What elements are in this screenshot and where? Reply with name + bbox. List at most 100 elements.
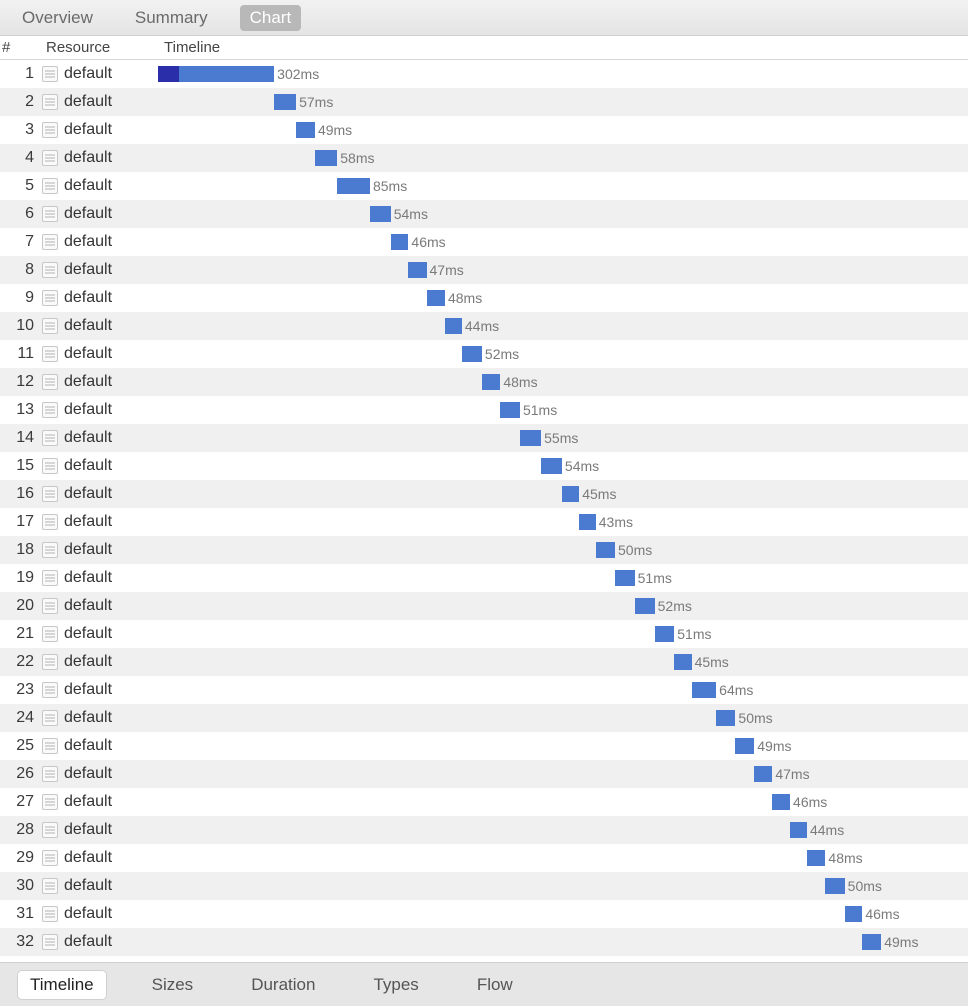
duration-bar[interactable]	[735, 738, 754, 754]
table-row[interactable]: 2default57ms	[0, 88, 968, 116]
subtab-sizes[interactable]: Sizes	[140, 971, 206, 999]
document-icon	[42, 542, 58, 558]
timeline-cell: 46ms	[158, 905, 968, 923]
duration-bar[interactable]	[635, 598, 655, 614]
table-row[interactable]: 5default85ms	[0, 172, 968, 200]
duration-label: 52ms	[655, 597, 692, 615]
duration-bar[interactable]	[862, 934, 881, 950]
duration-bar[interactable]	[500, 402, 520, 418]
duration-bar[interactable]	[427, 290, 445, 306]
duration-bar[interactable]	[825, 878, 844, 894]
duration-bar[interactable]	[445, 318, 462, 334]
duration-label: 51ms	[520, 401, 557, 419]
duration-bar[interactable]	[391, 234, 409, 250]
table-row[interactable]: 7default46ms	[0, 228, 968, 256]
timeline-cell: 46ms	[158, 233, 968, 251]
duration-bar[interactable]	[370, 206, 391, 222]
subtab-timeline[interactable]: Timeline	[18, 971, 106, 999]
row-number: 1	[0, 65, 42, 83]
table-row[interactable]: 1default302ms	[0, 60, 968, 88]
tab-overview[interactable]: Overview	[12, 5, 103, 31]
timeline-cell: 54ms	[158, 457, 968, 475]
subtab-duration[interactable]: Duration	[239, 971, 327, 999]
table-row[interactable]: 12default48ms	[0, 368, 968, 396]
tab-summary[interactable]: Summary	[125, 5, 218, 31]
table-row[interactable]: 26default47ms	[0, 760, 968, 788]
duration-bar[interactable]	[158, 66, 274, 82]
table-row[interactable]: 24default50ms	[0, 704, 968, 732]
table-row[interactable]: 31default46ms	[0, 900, 968, 928]
table-row[interactable]: 22default45ms	[0, 648, 968, 676]
duration-label: 45ms	[579, 485, 616, 503]
table-row[interactable]: 17default43ms	[0, 508, 968, 536]
table-row[interactable]: 13default51ms	[0, 396, 968, 424]
duration-bar[interactable]	[596, 542, 615, 558]
table-row[interactable]: 14default55ms	[0, 424, 968, 452]
table-row[interactable]: 8default47ms	[0, 256, 968, 284]
row-number: 28	[0, 821, 42, 839]
row-number: 11	[0, 345, 42, 363]
table-row[interactable]: 27default46ms	[0, 788, 968, 816]
table-row[interactable]: 3default49ms	[0, 116, 968, 144]
table-row[interactable]: 19default51ms	[0, 564, 968, 592]
table-row[interactable]: 21default51ms	[0, 620, 968, 648]
col-timeline[interactable]: Timeline	[160, 39, 968, 56]
duration-bar[interactable]	[482, 374, 500, 390]
duration-bar[interactable]	[274, 94, 296, 110]
duration-bar[interactable]	[462, 346, 482, 362]
duration-label: 48ms	[500, 373, 537, 391]
subtab-types[interactable]: Types	[361, 971, 430, 999]
table-row[interactable]: 11default52ms	[0, 340, 968, 368]
resource-name: default	[64, 289, 158, 307]
table-row[interactable]: 23default64ms	[0, 676, 968, 704]
duration-bar[interactable]	[562, 486, 579, 502]
duration-bar[interactable]	[807, 850, 825, 866]
duration-bar[interactable]	[408, 262, 426, 278]
row-number: 13	[0, 401, 42, 419]
duration-bar[interactable]	[337, 178, 370, 194]
row-number: 32	[0, 933, 42, 951]
duration-bar[interactable]	[520, 430, 541, 446]
resource-name: default	[64, 233, 158, 251]
tab-chart[interactable]: Chart	[240, 5, 302, 31]
row-number: 22	[0, 653, 42, 671]
table-row[interactable]: 30default50ms	[0, 872, 968, 900]
latency-segment	[158, 66, 179, 82]
col-number[interactable]: #	[0, 39, 18, 56]
duration-bar[interactable]	[541, 458, 562, 474]
duration-label: 55ms	[541, 429, 578, 447]
table-row[interactable]: 4default58ms	[0, 144, 968, 172]
table-row[interactable]: 10default44ms	[0, 312, 968, 340]
duration-bar[interactable]	[615, 570, 635, 586]
duration-bar[interactable]	[692, 682, 717, 698]
table-row[interactable]: 20default52ms	[0, 592, 968, 620]
resource-name: default	[64, 149, 158, 167]
row-number: 17	[0, 513, 42, 531]
duration-bar[interactable]	[772, 794, 790, 810]
duration-bar[interactable]	[674, 654, 691, 670]
duration-bar[interactable]	[716, 710, 735, 726]
timeline-cell: 55ms	[158, 429, 968, 447]
duration-bar[interactable]	[845, 906, 863, 922]
table-row[interactable]: 32default49ms	[0, 928, 968, 956]
duration-bar[interactable]	[790, 822, 807, 838]
table-row[interactable]: 9default48ms	[0, 284, 968, 312]
table-row[interactable]: 16default45ms	[0, 480, 968, 508]
table-row[interactable]: 6default54ms	[0, 200, 968, 228]
duration-bar[interactable]	[754, 766, 772, 782]
resource-name: default	[64, 429, 158, 447]
table-row[interactable]: 29default48ms	[0, 844, 968, 872]
duration-bar[interactable]	[579, 514, 596, 530]
duration-bar[interactable]	[655, 626, 675, 642]
duration-bar[interactable]	[296, 122, 315, 138]
table-row[interactable]: 25default49ms	[0, 732, 968, 760]
subtab-flow[interactable]: Flow	[465, 971, 525, 999]
duration-bar[interactable]	[315, 150, 337, 166]
timeline-cell: 44ms	[158, 821, 968, 839]
table-row[interactable]: 28default44ms	[0, 816, 968, 844]
table-row[interactable]: 18default50ms	[0, 536, 968, 564]
row-number: 12	[0, 373, 42, 391]
table-row[interactable]: 15default54ms	[0, 452, 968, 480]
document-icon	[42, 822, 58, 838]
col-resource[interactable]: Resource	[42, 39, 160, 56]
